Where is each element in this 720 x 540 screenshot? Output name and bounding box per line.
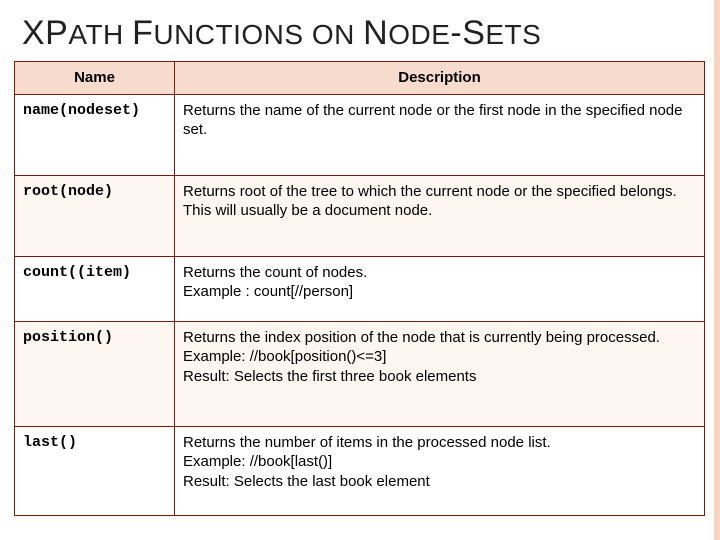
table-header-row: Name Description [15, 62, 705, 95]
function-name: last() [15, 426, 175, 515]
table-row: root(node) Returns root of the tree to w… [15, 175, 705, 256]
function-description: Returns root of the tree to which the cu… [175, 175, 705, 256]
table-row: last() Returns the number of items in th… [15, 426, 705, 515]
functions-table: Name Description name(nodeset) Returns t… [14, 61, 705, 516]
page-title: XPATH FUNCTIONS ON NODE-SETS [22, 14, 704, 53]
function-description: Returns the number of items in the proce… [175, 426, 705, 515]
table-row: name(nodeset) Returns the name of the cu… [15, 94, 705, 175]
function-name: root(node) [15, 175, 175, 256]
function-description: Returns the name of the current node or … [175, 94, 705, 175]
slide: XPATH FUNCTIONS ON NODE-SETS Name Descri… [0, 0, 720, 540]
function-name: count((item) [15, 256, 175, 321]
column-header-name: Name [15, 62, 175, 95]
function-name: position() [15, 321, 175, 426]
table-row: count((item) Returns the count of nodes.… [15, 256, 705, 321]
function-description: Returns the count of nodes.Example : cou… [175, 256, 705, 321]
function-name: name(nodeset) [15, 94, 175, 175]
column-header-description: Description [175, 62, 705, 95]
table-row: position() Returns the index position of… [15, 321, 705, 426]
function-description: Returns the index position of the node t… [175, 321, 705, 426]
